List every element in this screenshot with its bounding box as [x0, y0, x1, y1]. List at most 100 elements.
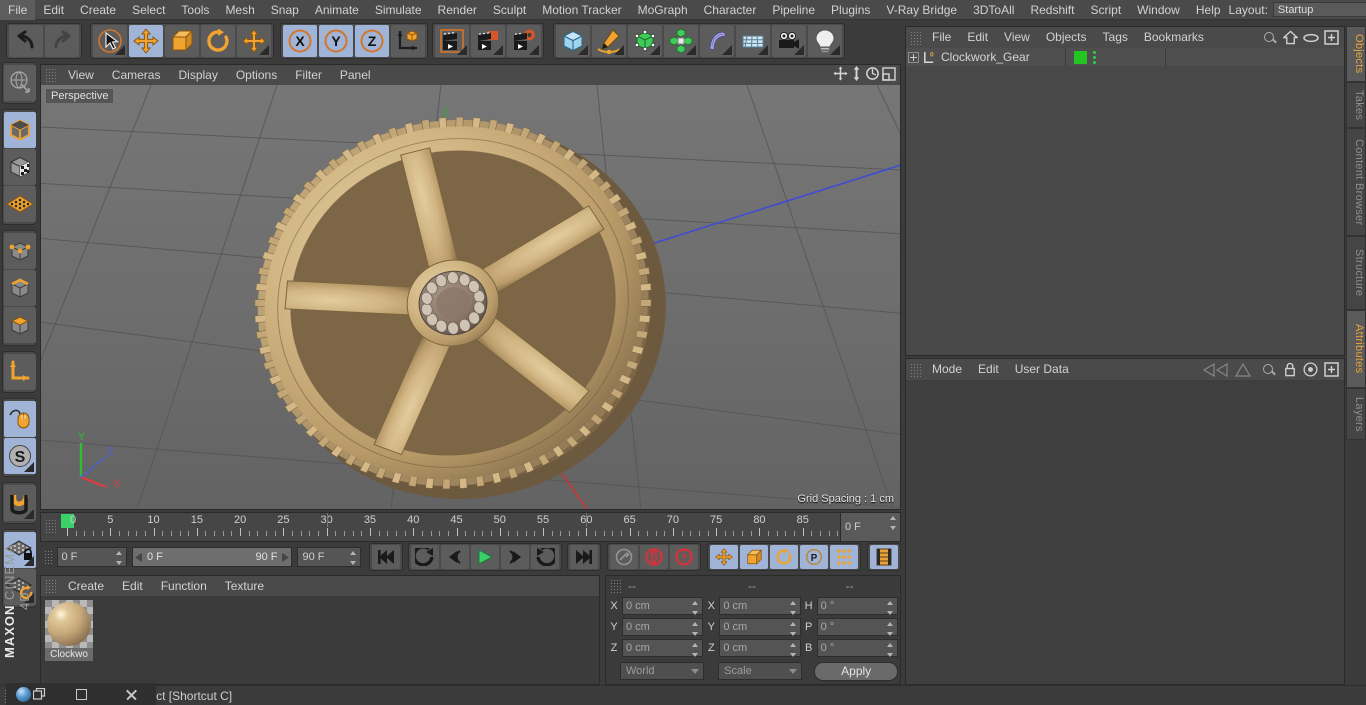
panel-grip-icon[interactable]: [45, 68, 56, 82]
play-forward-button[interactable]: [471, 545, 499, 569]
menu-item-edit[interactable]: Edit: [35, 0, 72, 20]
coord-field-size-z[interactable]: 0 cm: [719, 639, 800, 657]
current-frame-field[interactable]: 0 F: [57, 547, 127, 567]
panel-grip-icon[interactable]: [910, 31, 921, 45]
magnet-tool-button[interactable]: [4, 485, 36, 521]
model-mode-button[interactable]: [4, 112, 36, 148]
menu-item-sculpt[interactable]: Sculpt: [485, 0, 534, 20]
search-icon[interactable]: [1261, 362, 1277, 378]
timeline-frame-spinner[interactable]: [890, 516, 897, 530]
autokeying-button[interactable]: [640, 545, 668, 569]
rotation-key-button[interactable]: [770, 545, 798, 569]
coord-spinner-pos-y[interactable]: [692, 622, 699, 636]
object-menu-tags[interactable]: Tags: [1095, 27, 1136, 48]
side-tab-attributes[interactable]: Attributes: [1346, 310, 1366, 388]
attribute-menu-user-data[interactable]: User Data: [1007, 359, 1077, 380]
target-icon[interactable]: [1303, 362, 1318, 377]
panel-grip-icon[interactable]: [45, 579, 56, 593]
timeline-ruler-track[interactable]: 051015202530354045505560657075808590: [59, 513, 840, 541]
menu-item-character[interactable]: Character: [696, 0, 765, 20]
coord-spinner-size-z[interactable]: [790, 643, 797, 657]
menu-item-tools[interactable]: Tools: [173, 0, 217, 20]
axis-y-button[interactable]: Y: [319, 25, 353, 57]
render-view-button[interactable]: [435, 25, 469, 57]
parameter-key-button[interactable]: P: [800, 545, 828, 569]
range-end-handle-icon[interactable]: [280, 553, 289, 562]
attribute-menu-edit[interactable]: Edit: [970, 359, 1007, 380]
viewport-menu-filter[interactable]: Filter: [286, 65, 331, 85]
panel-grip-icon[interactable]: [910, 363, 921, 377]
menu-item-plugins[interactable]: Plugins: [823, 0, 878, 20]
viewport-pan-icon[interactable]: [833, 66, 848, 84]
object-menu-objects[interactable]: Objects: [1038, 27, 1095, 48]
panel-grip-icon[interactable]: [45, 519, 56, 533]
timeline-ruler[interactable]: 051015202530354045505560657075808590 0 F: [40, 512, 901, 542]
coord-spinner-rot-b[interactable]: [887, 643, 894, 657]
menu-item-animate[interactable]: Animate: [307, 0, 367, 20]
material-list[interactable]: Clockwo: [41, 596, 599, 684]
menu-item-snap[interactable]: Snap: [263, 0, 307, 20]
expand-icon[interactable]: [908, 52, 919, 63]
object-name-cell[interactable]: 0 Clockwork_Gear: [906, 48, 1066, 66]
rotate-tool-button[interactable]: [201, 25, 235, 57]
undo-button[interactable]: [9, 25, 43, 57]
coord-field-rot-p[interactable]: 0 °: [817, 618, 898, 636]
keyframe-selection-button[interactable]: ?: [670, 545, 698, 569]
side-tab-content-browser[interactable]: Content Browser: [1346, 128, 1366, 236]
coord-spinner-size-y[interactable]: [790, 622, 797, 636]
add-layer-icon[interactable]: [1324, 30, 1339, 45]
cube-primitive-button[interactable]: [556, 25, 590, 57]
workplane-mode-button[interactable]: [4, 186, 36, 222]
viewport-menu-cameras[interactable]: Cameras: [103, 65, 170, 85]
menu-item-motion-tracker[interactable]: Motion Tracker: [534, 0, 629, 20]
coord-field-pos-x[interactable]: 0 cm: [622, 597, 703, 615]
object-tags-cell[interactable]: [1066, 48, 1166, 66]
viewport-menu-view[interactable]: View: [59, 65, 103, 85]
coord-spinner-pos-x[interactable]: [692, 601, 699, 615]
coord-spinner-pos-z[interactable]: [692, 643, 699, 657]
play-loop-button[interactable]: [531, 545, 559, 569]
record-active-objects-button[interactable]: [610, 545, 638, 569]
menu-item-mesh[interactable]: Mesh: [217, 0, 262, 20]
menu-item-help[interactable]: Help: [1188, 0, 1229, 20]
close-window-button[interactable]: [106, 683, 156, 705]
render-region-button[interactable]: [471, 25, 505, 57]
axis-x-button[interactable]: X: [283, 25, 317, 57]
viewport-dolly-icon[interactable]: [850, 66, 863, 84]
menu-item-3dtoall[interactable]: 3DToAll: [965, 0, 1022, 20]
redo-button[interactable]: [45, 25, 79, 57]
coord-field-pos-y[interactable]: 0 cm: [622, 618, 703, 636]
edges-mode-button[interactable]: [4, 270, 36, 306]
panel-grip-icon[interactable]: [44, 550, 54, 564]
coord-field-size-x[interactable]: 0 cm: [719, 597, 800, 615]
object-menu-file[interactable]: File: [924, 27, 959, 48]
range-start-handle-icon[interactable]: [135, 553, 144, 562]
side-tab-structure[interactable]: Structure: [1346, 236, 1366, 310]
layout-dropdown[interactable]: Startup: [1273, 2, 1366, 17]
side-tab-objects[interactable]: Objects: [1346, 26, 1366, 82]
coordinate-system-dropdown[interactable]: World: [620, 662, 704, 680]
position-key-button[interactable]: [710, 545, 738, 569]
play-backwards-button[interactable]: [411, 545, 439, 569]
frame-range-bar[interactable]: 0 F 90 F: [132, 547, 293, 567]
material-menu-create[interactable]: Create: [59, 576, 113, 596]
menu-item-simulate[interactable]: Simulate: [367, 0, 430, 20]
texture-mode-button[interactable]: [4, 149, 36, 185]
go-to-start-button[interactable]: [372, 545, 400, 569]
coord-field-size-y[interactable]: 0 cm: [719, 618, 800, 636]
live-selection-button[interactable]: [93, 25, 127, 57]
scale-tool-button[interactable]: [165, 25, 199, 57]
current-frame-spinner[interactable]: [116, 551, 123, 565]
viewport-maximize-icon[interactable]: [882, 67, 896, 84]
history-forward-icon[interactable]: [1235, 363, 1251, 377]
home-icon[interactable]: [1283, 30, 1298, 45]
menu-item-render[interactable]: Render: [430, 0, 485, 20]
spline-pen-button[interactable]: [592, 25, 626, 57]
restore-window-button[interactable]: [56, 683, 106, 705]
material-menu-function[interactable]: Function: [152, 576, 216, 596]
side-tab-takes[interactable]: Takes: [1346, 82, 1366, 128]
animation-layers-button[interactable]: [870, 545, 898, 569]
viewport-solo-button[interactable]: [4, 401, 36, 437]
object-tree[interactable]: 0 Clockwork_Gear: [906, 48, 1344, 355]
coord-field-pos-z[interactable]: 0 cm: [622, 639, 703, 657]
